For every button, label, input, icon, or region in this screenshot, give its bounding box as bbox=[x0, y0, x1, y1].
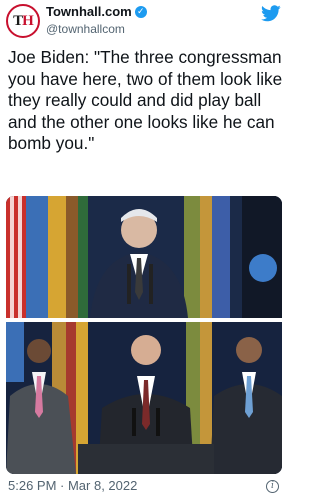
tweet-photo[interactable] bbox=[6, 196, 282, 474]
avatar-logo-text: TH bbox=[13, 12, 34, 29]
photo-top-panel bbox=[6, 196, 282, 318]
info-icon[interactable]: i bbox=[266, 480, 279, 493]
photo-bottom-panel bbox=[6, 322, 282, 474]
user-handle[interactable]: @townhallcom bbox=[46, 22, 125, 36]
photo-collage bbox=[6, 196, 282, 474]
verified-badge-icon: ✓ bbox=[134, 5, 147, 18]
author-name-row: Townhall.com ✓ bbox=[46, 4, 147, 19]
tweet-timestamp[interactable]: 5:26 PM · Mar 8, 2022 bbox=[8, 478, 137, 493]
twitter-bird-icon[interactable] bbox=[261, 5, 281, 22]
tweet-text: Joe Biden: "The three congressman you ha… bbox=[8, 47, 283, 153]
tweet-header: TH Townhall.com ✓ @townhallcom bbox=[0, 0, 287, 42]
avatar[interactable]: TH bbox=[6, 4, 40, 38]
display-name[interactable]: Townhall.com bbox=[46, 4, 132, 19]
